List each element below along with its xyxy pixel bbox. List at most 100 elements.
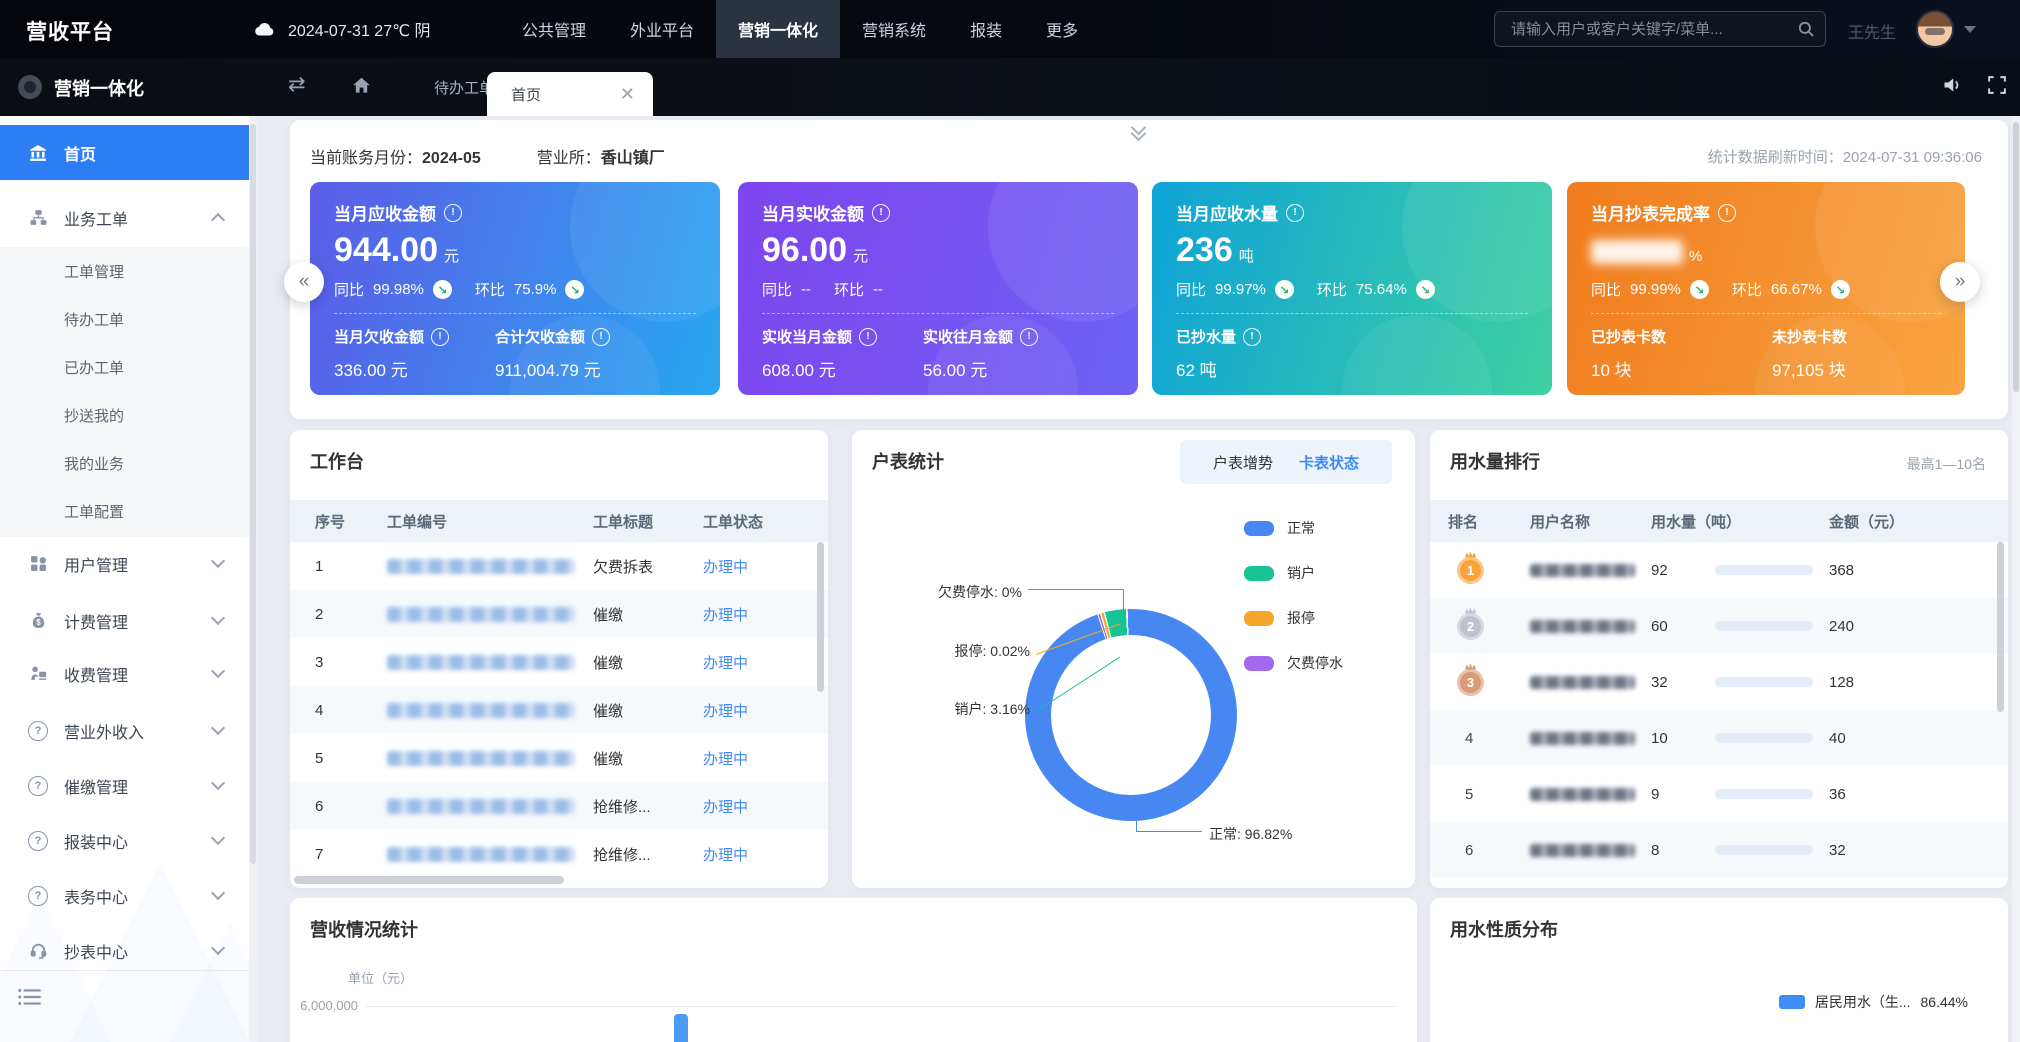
sidebar-item-label: 用户管理	[64, 552, 128, 576]
tab-home[interactable]: 首页 ✕	[487, 72, 653, 116]
table-row[interactable]: 2 60 240	[1430, 598, 2008, 654]
sidebar-item-installation-center[interactable]: ? 报装中心	[0, 813, 249, 868]
chevron-down-icon[interactable]	[1964, 26, 1976, 33]
nav-item-marketing-system[interactable]: 营销系统	[840, 0, 948, 58]
table-hscrollbar-thumb[interactable]	[294, 876, 564, 884]
legend-item-paused[interactable]: 报停	[1244, 608, 1343, 628]
card-trend: 同比99.97%↘ 环比75.64%↘	[1176, 279, 1528, 300]
sidebar-item-user-mgmt[interactable]: 用户管理	[0, 536, 249, 591]
chart-legend: 正常 销户 报停 欠费停水	[1244, 518, 1343, 673]
info-icon[interactable]: !	[1020, 328, 1038, 346]
carousel-prev-button[interactable]: «	[284, 262, 324, 302]
table-row[interactable]: 1欠费拆表办理中	[290, 542, 828, 590]
table-row[interactable]: 7抢维修...办理中	[290, 830, 828, 878]
chevron-down-icon	[211, 554, 225, 568]
sidebar-item-home[interactable]: 首页	[0, 125, 249, 180]
carousel-next-button[interactable]: »	[1940, 262, 1980, 302]
card-value: 236吨	[1176, 233, 1528, 267]
speaker-icon[interactable]	[1942, 75, 1962, 95]
sidebar-item-fee-mgmt[interactable]: 收费管理	[0, 646, 249, 701]
sidebar-subitem-my-business[interactable]: 我的业务	[0, 439, 249, 487]
table-row[interactable]: 4催缴办理中	[290, 686, 828, 734]
table-row[interactable]: 7	[1430, 878, 2008, 888]
nav-item-more[interactable]: 更多	[1024, 0, 1100, 58]
bronze-medal-icon: 3	[1457, 669, 1484, 696]
search-icon[interactable]	[1797, 20, 1815, 38]
info-icon[interactable]: !	[444, 204, 462, 222]
sidebar-item-nonoperating-income[interactable]: ? 营业外收入	[0, 703, 249, 758]
order-status-link[interactable]: 办理中	[703, 559, 748, 576]
card-footer-item: 当月欠收金额! 336.00 元	[334, 326, 449, 381]
table-row[interactable]: 3 32 128	[1430, 654, 2008, 710]
blurred-user-name	[1530, 676, 1635, 689]
sidebar-subitem-cc-me[interactable]: 抄送我的	[0, 391, 249, 439]
app-window: 营收平台 2024-07-31 27℃ 阴 公共管理 外业平台 营销一体化 营销…	[0, 0, 2020, 1042]
info-icon[interactable]: !	[1286, 204, 1304, 222]
table-row[interactable]: 2催缴办理中	[290, 590, 828, 638]
nav-item-field-platform[interactable]: 外业平台	[608, 0, 716, 58]
tab-card-status[interactable]: 卡表状态	[1299, 452, 1359, 473]
info-icon[interactable]: !	[872, 204, 890, 222]
info-icon[interactable]: !	[1243, 328, 1261, 346]
blurred-user-name	[1530, 732, 1635, 745]
blurred-order-number	[387, 559, 575, 574]
table-scrollbar-thumb[interactable]	[817, 542, 824, 692]
order-status-link[interactable]: 办理中	[703, 751, 748, 768]
order-status-link[interactable]: 办理中	[703, 799, 748, 816]
table-scrollbar-thumb[interactable]	[1997, 542, 2004, 712]
table-row[interactable]: 3催缴办理中	[290, 638, 828, 686]
callout-line	[1136, 815, 1137, 832]
sidebar-scrollbar-thumb[interactable]	[250, 124, 256, 864]
search-input[interactable]	[1509, 20, 1797, 39]
nav-item-public-mgmt[interactable]: 公共管理	[500, 0, 608, 58]
card-trend: 同比-- 环比--	[762, 279, 1114, 300]
table-row[interactable]: 5 9 36	[1430, 766, 2008, 822]
avatar[interactable]	[1916, 10, 1954, 48]
gold-medal-icon: 1	[1457, 557, 1484, 584]
sidebar-subitem-order-config[interactable]: 工单配置	[0, 487, 249, 535]
nav-item-marketing-integration[interactable]: 营销一体化	[716, 0, 840, 58]
legend-item-closed[interactable]: 销户	[1244, 563, 1343, 583]
blurred-order-number	[387, 799, 575, 814]
workbench-panel: 工作台 序号 工单编号 工单标题 工单状态 1欠费拆表办理中 2催缴办理中 3催…	[290, 430, 828, 888]
order-status-link[interactable]: 办理中	[703, 655, 748, 672]
order-status-link[interactable]: 办理中	[703, 703, 748, 720]
info-icon[interactable]: !	[859, 328, 877, 346]
card-footer-item: 未抄表卡数 97,105 块	[1772, 326, 1847, 381]
sidebar-subitem-done-orders[interactable]: 已办工单	[0, 343, 249, 391]
panel-title: 户表统计	[872, 448, 944, 474]
order-status-link[interactable]: 办理中	[703, 607, 748, 624]
info-icon[interactable]: !	[431, 328, 449, 346]
user-name[interactable]: 王先生	[1848, 19, 1896, 43]
legend-item-arrears[interactable]: 欠费停水	[1244, 653, 1343, 673]
table-row[interactable]: 5催缴办理中	[290, 734, 828, 782]
sidebar-subitem-order-mgmt[interactable]: 工单管理	[0, 247, 249, 295]
table-row[interactable]: 4 10 40	[1430, 710, 2008, 766]
sidebar-item-label: 业务工单	[64, 206, 128, 230]
global-search-box[interactable]	[1494, 11, 1826, 47]
sidebar-item-billing-mgmt[interactable]: $ 计费管理	[0, 593, 249, 648]
info-icon[interactable]: !	[592, 328, 610, 346]
tab-home-label: 首页	[511, 84, 541, 105]
table-row[interactable]: 6 8 32	[1430, 822, 2008, 878]
switch-app-icon[interactable]: ⇄	[288, 72, 306, 97]
tab-meter-trend[interactable]: 户表增势	[1213, 452, 1273, 473]
legend-swatch	[1244, 566, 1274, 581]
legend-item-normal[interactable]: 正常	[1244, 518, 1343, 538]
order-status-link[interactable]: 办理中	[703, 847, 748, 864]
close-icon[interactable]: ✕	[620, 85, 635, 103]
info-icon[interactable]: !	[1718, 204, 1736, 222]
table-row[interactable]: 6抢维修...办理中	[290, 782, 828, 830]
nav-item-installation[interactable]: 报装	[948, 0, 1024, 58]
column-header: 用户名称	[1530, 511, 1651, 532]
fullscreen-icon[interactable]	[1988, 76, 2006, 94]
sidebar-item-business-orders[interactable]: 业务工单	[0, 190, 249, 245]
main-scrollbar-thumb[interactable]	[2013, 122, 2019, 392]
home-icon[interactable]	[352, 76, 371, 100]
collapse-panel-button[interactable]	[1123, 122, 1153, 142]
legend-item-residential[interactable]: 居民用水（生... 86.44%	[1779, 992, 1968, 1012]
sidebar-item-collection-mgmt[interactable]: ? 催缴管理	[0, 758, 249, 813]
table-row[interactable]: 1 92 368	[1430, 542, 2008, 598]
sidebar-subitem-todo-orders[interactable]: 待办工单	[0, 295, 249, 343]
trend-down-icon: ↘	[1275, 280, 1294, 299]
